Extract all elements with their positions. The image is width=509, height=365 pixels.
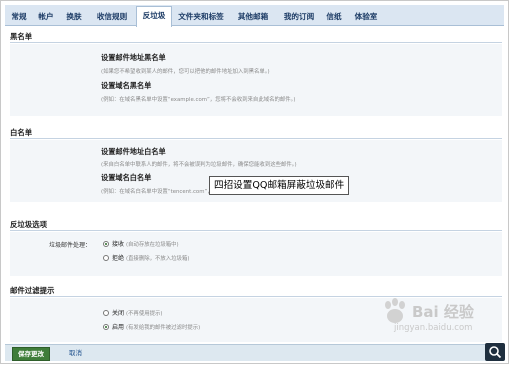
caption-overlay: 四招设置QQ邮箱屏蔽垃圾邮件 <box>209 176 350 195</box>
spam-accept-option[interactable]: 接收 (自动存放在垃圾箱中) <box>112 239 179 248</box>
section-divider <box>10 138 502 139</box>
filter-notice-on-option[interactable]: 启用 (有发给我的邮件被过滤时提示) <box>112 322 200 331</box>
filter-notice-on-note: (有发给我的邮件被过滤时提示) <box>125 325 201 331</box>
tab-mail-rules[interactable]: 收信规则 <box>92 8 132 25</box>
filter-notice-off-label: 关闭 <box>112 310 125 317</box>
spam-accept-label: 接收 <box>112 241 125 248</box>
section-divider <box>10 230 502 231</box>
set-domain-blacklist-link[interactable]: 设置域名黑名单 <box>101 81 151 91</box>
action-bar: 保存更改 取消 <box>5 344 504 361</box>
set-address-whitelist-link[interactable]: 设置邮件地址白名单 <box>101 147 166 157</box>
watermark-url: jingyan.baidu.com <box>394 323 473 333</box>
magnifier-icon <box>489 346 502 359</box>
filter-notice-off-note: (不再使用提示) <box>125 311 163 317</box>
cancel-link[interactable]: 取消 <box>69 347 82 359</box>
blacklist-title: 黑名单 <box>10 32 33 41</box>
spam-accept-radio[interactable] <box>103 241 109 247</box>
blacklist-panel <box>10 44 502 116</box>
set-domain-whitelist-link[interactable]: 设置域名白名单 <box>101 173 151 183</box>
domain-blacklist-hint: (例如：在域名黑名单中设置“example.com”，您将不会收到来自此域名的邮… <box>101 97 296 103</box>
tab-my-subscriptions[interactable]: 我的订阅 <box>279 8 319 25</box>
spam-reject-option[interactable]: 拒绝 (直接删除，不放入垃圾箱) <box>112 253 189 262</box>
filter-notice-title: 邮件过滤提示 <box>10 286 55 295</box>
antispam-options-title: 反垃圾选项 <box>10 220 47 229</box>
spam-reject-label: 拒绝 <box>112 255 125 262</box>
whitelist-title: 白名单 <box>10 128 33 137</box>
tab-other-mailboxes[interactable]: 其他邮箱 <box>233 8 273 25</box>
tab-account[interactable]: 帐户 <box>35 8 57 25</box>
settings-tab-bar: 常规 帐户 换肤 收信规则 反垃圾 文件夹和标签 其他邮箱 我的订阅 信纸 体验… <box>5 5 504 27</box>
section-divider <box>10 42 502 43</box>
spam-accept-note: (自动存放在垃圾箱中) <box>125 242 179 248</box>
tab-general[interactable]: 常规 <box>8 8 30 25</box>
watermark-brand: Bai 经验 <box>412 303 474 321</box>
spam-reject-note: (直接删除，不放入垃圾箱) <box>125 256 190 262</box>
filter-notice-off-option[interactable]: 关闭 (不再使用提示) <box>112 308 163 317</box>
filter-notice-off-radio[interactable] <box>103 310 109 316</box>
filter-notice-on-label: 启用 <box>112 324 125 331</box>
save-changes-button[interactable]: 保存更改 <box>12 347 50 361</box>
zoom-button[interactable] <box>485 343 505 361</box>
spam-reject-radio[interactable] <box>103 255 109 261</box>
tab-lab[interactable]: 体验室 <box>349 8 383 25</box>
tab-skin[interactable]: 换肤 <box>63 8 85 25</box>
baidu-watermark: Bai 经验 jingyan.baidu.com <box>376 297 486 341</box>
address-blacklist-hint: (如果您不希望收到某人的邮件，您可以把他的邮件地址加入到黑名单。) <box>101 69 270 75</box>
antispam-panel <box>10 232 502 276</box>
tab-stationery[interactable]: 信纸 <box>323 8 345 25</box>
set-address-blacklist-link[interactable]: 设置邮件地址黑名单 <box>101 53 166 63</box>
address-whitelist-hint: (来自白名单中联系人的邮件，将不会被误判为垃圾邮件，确保您能收到这些邮件。) <box>101 162 297 168</box>
spam-handling-label: 垃圾邮件处理： <box>49 242 92 249</box>
tab-folders-labels[interactable]: 文件夹和标签 <box>175 8 227 25</box>
tab-antispam[interactable]: 反垃圾 <box>136 6 172 27</box>
filter-notice-on-radio[interactable] <box>103 324 109 330</box>
settings-window: 常规 帐户 换肤 收信规则 反垃圾 文件夹和标签 其他邮箱 我的订阅 信纸 体验… <box>0 0 509 364</box>
